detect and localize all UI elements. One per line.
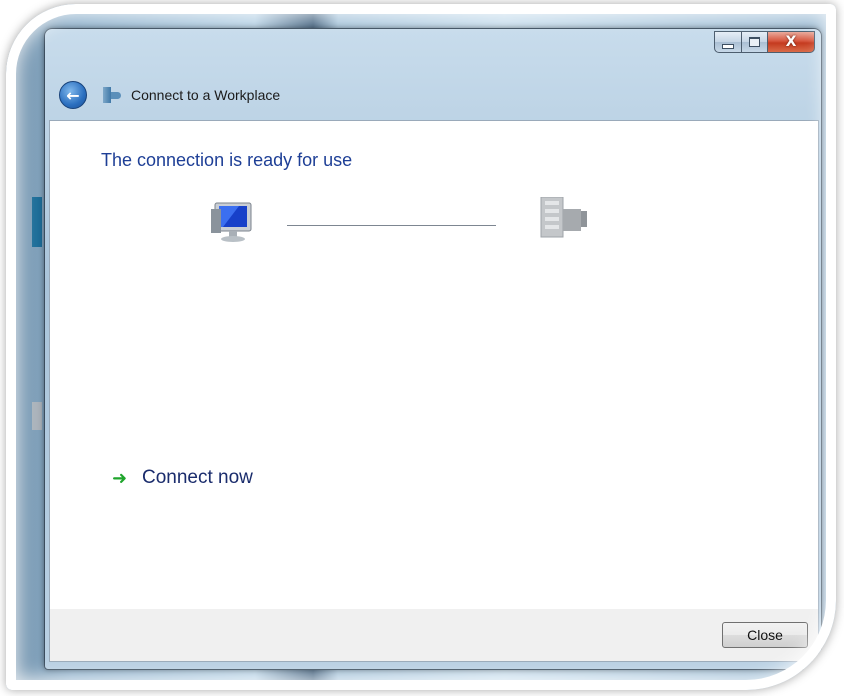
connect-now-link[interactable]: ➜ Connect now: [112, 467, 253, 489]
wizard-footer: Close: [49, 609, 819, 662]
back-arrow-icon: ←: [66, 85, 80, 105]
close-icon: X: [785, 34, 797, 50]
page-title: The connection is ready for use: [101, 150, 353, 170]
maximize-button[interactable]: [742, 31, 768, 53]
background-window-edge-2: [32, 402, 42, 430]
workplace-server-icon: [540, 197, 587, 238]
computer-icon: [211, 202, 252, 242]
caption-buttons: X: [714, 31, 815, 53]
window-close-button[interactable]: X: [768, 31, 815, 53]
minimize-icon: [722, 43, 734, 49]
back-button[interactable]: ←: [59, 81, 87, 109]
wizard-content: The connection is ready for use ➜ Connec…: [49, 120, 819, 610]
title-bar: ← Connect to a Workplace: [59, 81, 280, 109]
close-button[interactable]: Close: [722, 622, 808, 648]
green-arrow-icon: ➜: [112, 467, 128, 489]
background-window-edge: [32, 197, 42, 247]
window-title: Connect to a Workplace: [131, 87, 281, 103]
workplace-icon: [103, 87, 123, 103]
connect-to-workplace-window: X ← Connect to a Workplace The connectio…: [44, 28, 822, 670]
maximize-icon: [749, 37, 760, 47]
connection-line: [287, 225, 496, 226]
desktop-background: X ← Connect to a Workplace The connectio…: [6, 4, 836, 690]
minimize-button[interactable]: [714, 31, 742, 53]
connect-now-label: Connect now: [142, 467, 253, 488]
